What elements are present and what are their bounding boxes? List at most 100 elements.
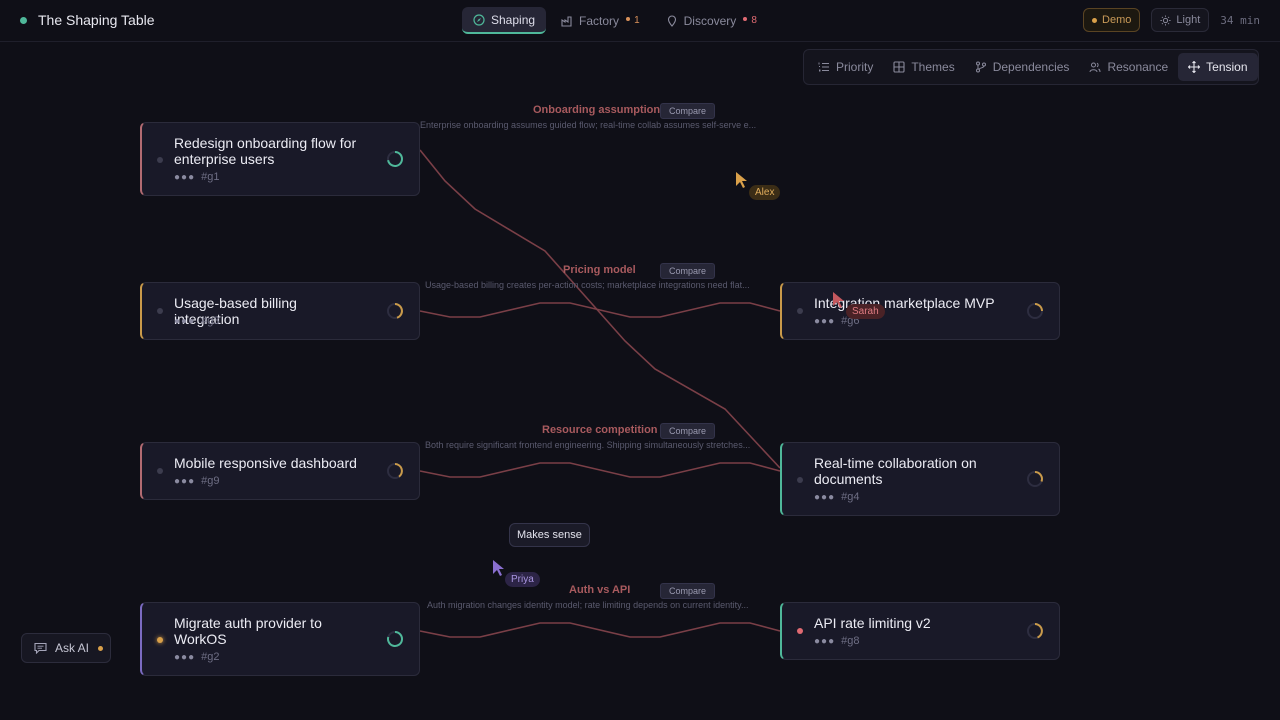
- progress-ring-icon: [387, 303, 403, 319]
- list-ordered-icon: [818, 62, 829, 72]
- mode-switcher: Shaping Factory 1 Discovery 8: [462, 7, 772, 34]
- tension-description: Both require significant frontend engine…: [425, 440, 751, 450]
- view-tab-themes[interactable]: Themes: [883, 53, 964, 81]
- status-dot: [157, 637, 163, 643]
- compare-button[interactable]: Compare: [660, 103, 716, 119]
- mode-label: Shaping: [491, 12, 536, 27]
- view-tab-resonance[interactable]: Resonance: [1079, 53, 1178, 81]
- goal-meta: ●●● #g4: [814, 491, 859, 503]
- goal-tag: #g9: [201, 475, 220, 487]
- tension-description: Enterprise onboarding assumes guided flo…: [420, 120, 757, 130]
- view-tab-label: Resonance: [1107, 60, 1169, 74]
- view-tab-label: Dependencies: [992, 60, 1070, 74]
- move-icon: [1188, 61, 1201, 73]
- factory-icon: [561, 15, 572, 27]
- more-icon[interactable]: ●●●: [174, 172, 195, 183]
- cursor-pointer-icon: [736, 172, 747, 188]
- view-tab-label: Priority: [836, 60, 874, 74]
- status-dot: [157, 468, 163, 474]
- ask-ai-button[interactable]: Ask AI: [21, 633, 111, 663]
- comment-bubble[interactable]: Makes sense: [509, 523, 590, 547]
- status-dot: [797, 477, 803, 483]
- goal-card-g4[interactable]: Real-time collaboration on documents ●●●…: [780, 442, 1060, 516]
- compare-button[interactable]: Compare: [660, 583, 716, 599]
- goal-tag: #g2: [201, 651, 220, 663]
- goal-tag: #g4: [841, 491, 860, 503]
- demo-dot: [1092, 17, 1098, 23]
- goal-tag: #g1: [201, 171, 220, 183]
- pin-icon: [667, 14, 676, 27]
- more-icon[interactable]: ●●●: [814, 316, 835, 327]
- goal-card-g6[interactable]: Integration marketplace MVP ●●● #g6: [780, 282, 1060, 340]
- tension-label: Onboarding assumption: [533, 104, 661, 116]
- progress-ring-icon: [387, 463, 403, 479]
- view-tab-priority[interactable]: Priority: [808, 53, 883, 81]
- tension-label: Resource competition: [542, 424, 658, 436]
- more-icon[interactable]: ●●●: [174, 316, 195, 327]
- cursor-name-tag: Alex: [749, 185, 781, 200]
- mode-factory[interactable]: Factory 1: [550, 7, 651, 34]
- cursor-pointer-icon: [833, 292, 844, 308]
- mode-label: Factory: [579, 13, 620, 28]
- tension-line-g9-g4: [419, 462, 781, 478]
- session-timer: 34 min: [1220, 13, 1260, 27]
- grid-icon: [893, 61, 905, 73]
- view-tab-dependencies[interactable]: Dependencies: [965, 53, 1080, 81]
- tension-line-g2-g8: [419, 622, 781, 638]
- cursor-name-tag: Sarah: [846, 304, 885, 319]
- progress-ring-icon: [387, 631, 403, 647]
- goal-meta: ●●● #g1: [174, 171, 219, 183]
- goal-card-g1[interactable]: Redesign onboarding flow for enterprise …: [140, 122, 420, 196]
- view-tab-tension[interactable]: Tension: [1178, 53, 1258, 81]
- status-dot: [157, 157, 163, 163]
- more-icon[interactable]: ●●●: [814, 492, 835, 503]
- more-icon[interactable]: ●●●: [174, 476, 195, 487]
- goal-card-g8[interactable]: API rate limiting v2 ●●● #g8: [780, 602, 1060, 660]
- factory-count-badge: 1: [626, 15, 640, 26]
- app-title: The Shaping Table: [38, 12, 155, 28]
- top-right-controls: Demo Light 34 min: [1072, 8, 1260, 32]
- goal-title: Real-time collaboration on documents: [814, 455, 977, 487]
- tension-line-g3-g6: [419, 302, 781, 318]
- mode-discovery[interactable]: Discovery 8: [655, 7, 768, 34]
- tension-description: Usage-based billing creates per-action c…: [425, 280, 750, 290]
- branch-icon: [975, 61, 986, 73]
- status-dot: [157, 308, 163, 314]
- ask-ai-label: Ask AI: [55, 641, 90, 655]
- goal-meta: ●●● #g3: [174, 315, 219, 327]
- cursor-name-tag: Priya: [505, 572, 540, 587]
- cursor-pointer-icon: [493, 560, 504, 576]
- compass-icon: [473, 13, 485, 26]
- mode-shaping[interactable]: Shaping: [462, 7, 547, 34]
- demo-badge[interactable]: Demo: [1083, 8, 1141, 32]
- more-icon[interactable]: ●●●: [174, 652, 195, 663]
- top-bar: The Shaping Table Shaping Factory 1 Disc…: [0, 0, 1280, 42]
- brand: The Shaping Table: [20, 12, 155, 28]
- status-dot: [797, 628, 803, 634]
- chat-icon: [34, 642, 47, 654]
- sun-icon: [1160, 14, 1171, 26]
- goal-title: Mobile responsive dashboard: [174, 455, 357, 471]
- more-icon[interactable]: ●●●: [814, 636, 835, 647]
- discovery-count-badge: 8: [743, 15, 757, 26]
- status-dot: [20, 16, 27, 24]
- goal-tag: #g3: [201, 315, 220, 327]
- goal-card-g2[interactable]: Migrate auth provider to WorkOS ●●● #g2: [140, 602, 420, 676]
- tension-label: Pricing model: [563, 264, 636, 276]
- progress-ring-icon: [1027, 303, 1043, 319]
- view-toolbar: Priority Themes Dependencies Resonance T…: [803, 49, 1259, 85]
- progress-ring-icon: [1027, 623, 1043, 639]
- goal-card-g9[interactable]: Mobile responsive dashboard ●●● #g9: [140, 442, 420, 500]
- goal-tag: #g8: [841, 635, 860, 647]
- goal-meta: ●●● #g9: [174, 475, 219, 487]
- status-dot: [797, 308, 803, 314]
- goal-meta: ●●● #g2: [174, 651, 219, 663]
- compare-button[interactable]: Compare: [660, 263, 716, 279]
- compare-button[interactable]: Compare: [660, 423, 716, 439]
- view-tab-label: Themes: [911, 60, 955, 74]
- view-tab-label: Tension: [1206, 60, 1248, 74]
- notification-dot: [98, 645, 104, 651]
- mode-label: Discovery: [683, 13, 737, 28]
- theme-toggle-button[interactable]: Light: [1151, 8, 1210, 32]
- goal-card-g3[interactable]: Usage-based billing integration ●●● #g3: [140, 282, 420, 340]
